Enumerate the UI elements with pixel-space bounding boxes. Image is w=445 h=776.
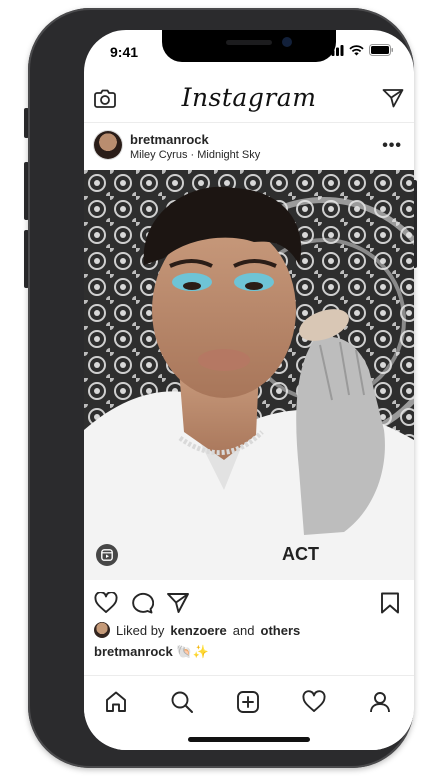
likes-summary[interactable]: Liked by kenzoere and others — [94, 622, 300, 638]
post-header: bretmanrock Miley Cyrus · Midnight Sky •… — [84, 123, 414, 169]
wifi-icon — [349, 44, 364, 55]
battery-icon — [369, 44, 393, 56]
bookmark-icon[interactable] — [380, 592, 400, 614]
svg-text:ACT: ACT — [282, 544, 319, 564]
profile-icon[interactable] — [368, 690, 392, 714]
direct-message-icon[interactable] — [382, 88, 404, 108]
share-icon[interactable] — [166, 592, 190, 614]
post-actions — [84, 586, 414, 622]
home-icon[interactable] — [104, 690, 128, 714]
post-video[interactable]: ACT — [84, 170, 414, 580]
earpiece — [226, 40, 272, 45]
reels-icon[interactable] — [96, 544, 118, 566]
bottom-tab-bar — [84, 675, 414, 750]
more-options-button[interactable]: ••• — [382, 137, 402, 155]
liked-user[interactable]: kenzoere — [170, 623, 226, 638]
heart-icon[interactable] — [94, 592, 118, 614]
caption-text: 🐚✨ — [176, 644, 209, 659]
post-song[interactable]: Miley Cyrus · Midnight Sky — [130, 149, 260, 161]
status-icons — [327, 44, 394, 56]
phone-screen: 9:41 Instagram bretmanrock Miley Cyrus ·… — [84, 30, 414, 750]
search-icon[interactable] — [170, 690, 194, 714]
post-username[interactable]: bretmanrock — [130, 132, 209, 147]
comment-icon[interactable] — [130, 592, 154, 614]
liked-others[interactable]: others — [261, 623, 301, 638]
liked-and: and — [232, 622, 255, 638]
caption-username[interactable]: bretmanrock — [94, 644, 173, 659]
status-time: 9:41 — [110, 44, 139, 60]
instagram-logo: Instagram — [181, 83, 317, 112]
new-post-icon[interactable] — [236, 690, 260, 714]
notch — [162, 30, 336, 62]
home-indicator — [188, 737, 310, 742]
avatar[interactable] — [94, 131, 122, 159]
post-caption: bretmanrock 🐚✨ — [94, 644, 209, 660]
front-camera — [282, 37, 292, 47]
liker-avatar — [94, 622, 110, 638]
activity-icon[interactable] — [302, 690, 326, 714]
app-header: Instagram — [84, 74, 414, 123]
post-image: ACT — [84, 170, 414, 580]
liked-prefix: Liked by — [116, 622, 165, 638]
phone-frame: 9:41 Instagram bretmanrock Miley Cyrus ·… — [28, 8, 414, 768]
